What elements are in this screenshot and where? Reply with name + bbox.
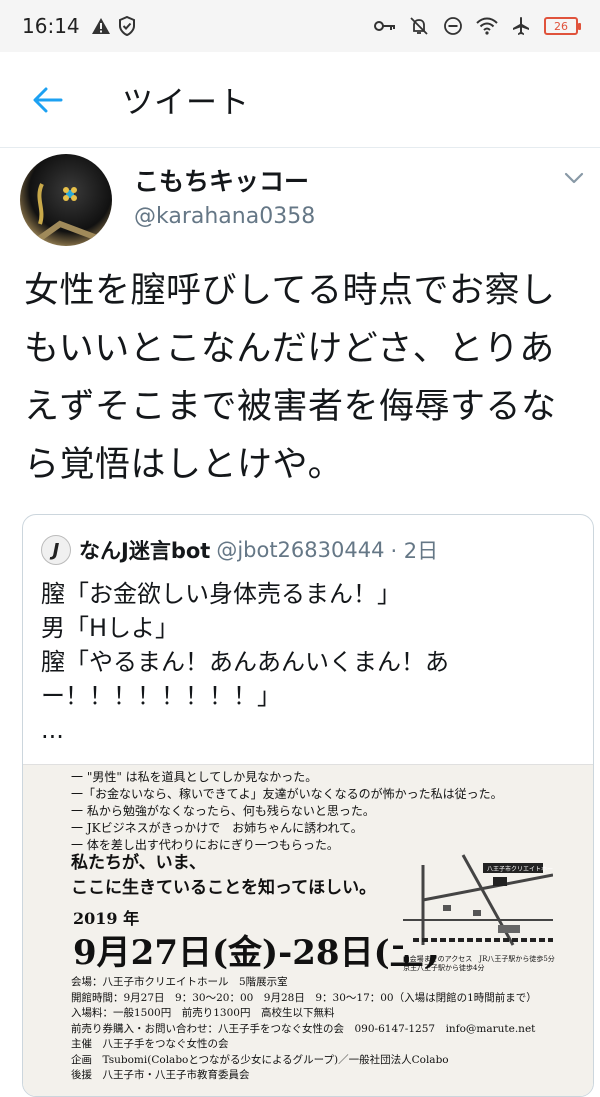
- author-handle[interactable]: @karahana0358: [134, 204, 315, 229]
- key-icon: [374, 15, 396, 37]
- shield-icon: [116, 15, 138, 37]
- quoted-author-name: なんJ迷言bot: [79, 539, 211, 563]
- tweet-text-line: ら覚悟はしとけや。: [24, 445, 344, 485]
- warning-icon: [90, 15, 112, 37]
- battery-indicator: 26: [544, 17, 581, 35]
- poster-info-line: 前売り券購入・お問い合わせ：八王子手をつなぐ女性の会 090-6147-1257…: [71, 1022, 536, 1035]
- poster-info-line: 開館時間：9月27日 9：30～20：00 9月28日 9：30～17：00（入…: [71, 991, 537, 1004]
- tweet-options-button[interactable]: [562, 166, 586, 190]
- arrow-left-icon: [33, 87, 63, 112]
- page-title: ツイート: [122, 85, 250, 121]
- quoted-tweet[interactable]: J なんJ迷言bot @jbot26830444 · 2日 膣「お金欲しい身体売…: [22, 514, 594, 1097]
- quoted-tweet-time: · 2日: [390, 539, 439, 563]
- tweet-text: 女性を膣呼びしてる時点でお察し もいいとこなんだけどさ、とりあ えずそこまで被害…: [24, 262, 584, 494]
- poster-quote-line: 一 "男性" は私を道具としてしか見なかった。: [71, 770, 318, 784]
- poster-quotes: 一 "男性" は私を道具としてしか見なかった。 一「お金ないなら、稼いできてよ」…: [71, 769, 503, 854]
- quoted-avatar: J: [41, 535, 71, 565]
- tweet-author: こもちキッコー @karahana0358: [0, 148, 600, 248]
- poster-date: 9月27日(金)-28日(土): [73, 933, 440, 973]
- poster-quote-line: 一 私から勉強がなくなったら、何も残らないと思った。: [71, 804, 375, 818]
- quoted-text-line: 膣「やるまん！あんあんいくまん！あ: [41, 648, 449, 676]
- app-header: ツイート: [0, 52, 600, 148]
- quoted-text-line: 男「Hしよ」: [41, 614, 180, 642]
- status-bar: 16:14 26: [0, 0, 600, 52]
- tweet-text-line: 女性を膣呼びしてる時点でお察し: [24, 271, 556, 311]
- poster-info-line: 企画 Tsubomi(Colaboとつながる少女によるグループ)／一般社団法人C…: [71, 1053, 449, 1066]
- poster-headline-line: 私たちが、いま、: [71, 853, 206, 873]
- poster-info-line: 会場：八王子市クリエイトホール 5階展示室: [71, 976, 288, 988]
- poster-info-line: 入場料：一般1500円 前売り1300円 高校生以下無料: [71, 1007, 335, 1019]
- author-name[interactable]: こもちキッコー: [134, 162, 309, 198]
- quoted-text-line: 膣「お金欲しい身体売るまん！」: [41, 580, 401, 608]
- status-time: 16:14: [22, 14, 80, 38]
- tweet-text-line: えずそこまで被害者を侮辱するな: [24, 387, 557, 427]
- chevron-down-icon: [564, 172, 584, 184]
- poster-map-caption: ■会場までのアクセス JR八王子駅から徒歩5分 京王八王子駅から徒歩4分: [403, 955, 555, 973]
- poster-quote-line: 一「お金ないなら、稼いできてよ」友達がいなくなるのが怖かった私は従った。: [71, 787, 503, 801]
- poster-info: 会場：八王子市クリエイトホール 5階展示室 開館時間：9月27日 9：30～20…: [71, 975, 537, 1084]
- quoted-tweet-text: 膣「お金欲しい身体売るまん！」 男「Hしよ」 膣「やるまん！あんあんいくまん！あ…: [41, 577, 581, 747]
- back-button[interactable]: [18, 70, 78, 130]
- poster-headline-line: ここに生きていることを知ってほしい。: [71, 878, 377, 898]
- bell-off-icon: [408, 15, 430, 37]
- poster-map-caption-line: ■会場までのアクセス JR八王子駅から徒歩5分: [403, 955, 555, 963]
- quoted-text-line: ー！！！！！！！！」: [41, 682, 281, 710]
- avatar[interactable]: [20, 154, 112, 246]
- poster-info-line: 後援 八王子市・八王子市教育委員会: [71, 1069, 250, 1081]
- poster-map-caption-line: 京王八王子駅から徒歩4分: [403, 964, 485, 972]
- poster-info-line: 主催 八王子手をつなぐ女性の会: [71, 1038, 229, 1050]
- poster-map: 八王子市クリエイトホール: [403, 845, 553, 955]
- avatar-image: [30, 183, 102, 246]
- attached-image[interactable]: 一 "男性" は私を道具としてしか見なかった。 一「お金ないなら、稼いできてよ」…: [23, 764, 593, 1096]
- do-not-disturb-icon: [442, 15, 464, 37]
- poster-map-label: 八王子市クリエイトホール: [487, 865, 553, 873]
- poster-quote-line: 一 JKビジネスがきっかけで お姉ちゃんに誘われて。: [71, 821, 363, 835]
- wifi-icon: [476, 15, 498, 37]
- tweet-text-line: もいいとこなんだけどさ、とりあ: [24, 329, 555, 369]
- quoted-tweet-header: J なんJ迷言bot @jbot26830444 · 2日: [41, 535, 438, 565]
- poster-headline: 私たちが、いま、 ここに生きていることを知ってほしい。: [71, 851, 376, 901]
- quoted-author-handle: @jbot26830444: [216, 538, 385, 562]
- quoted-text-line: ...: [41, 716, 64, 744]
- airplane-mode-icon: [510, 15, 532, 37]
